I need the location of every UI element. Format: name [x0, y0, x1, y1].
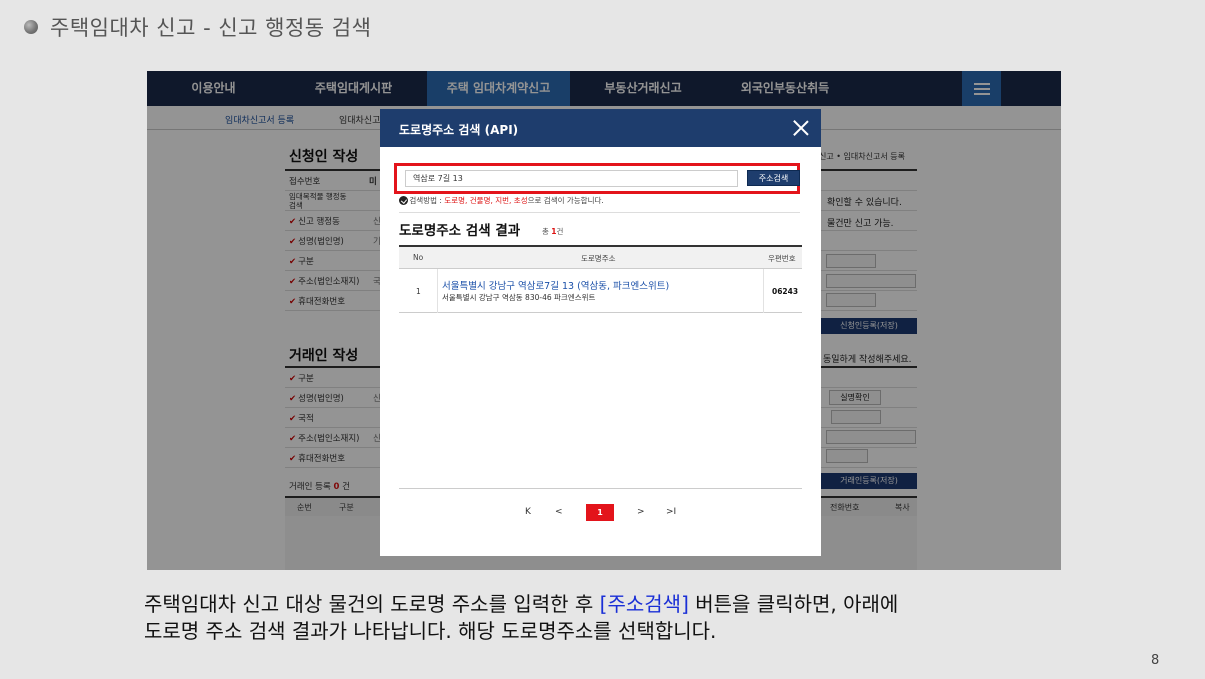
pagination: K < 1 > >I	[380, 504, 821, 524]
modal-title: 도로명주소 검색 (API)	[399, 123, 519, 137]
hint-keywords: 도로명, 건물명, 지번, 초성	[444, 196, 528, 205]
hint-prefix: 검색방법 :	[409, 196, 445, 205]
caption-line-1: 주택임대차 신고 대상 물건의 도로명 주소를 입력한 후 [주소검색] 버튼을…	[144, 591, 898, 618]
slide-title: 주택임대차 신고 - 신고 행정동 검색	[50, 16, 372, 40]
slide-header: 주택임대차 신고 - 신고 행정동 검색	[24, 12, 371, 42]
address-search-modal: 도로명주소 검색 (API) 주소검색 검색방법 : 도로명, 건물명, 지번,…	[380, 109, 821, 556]
result-count-prefix: 총	[542, 227, 552, 236]
caption-button-ref: [주소검색]	[599, 592, 689, 616]
page-number: 8	[1151, 653, 1160, 668]
divider	[399, 488, 802, 489]
result-no: 1	[416, 287, 421, 296]
road-address-link[interactable]: 서울특별시 강남구 역삼로7길 13 (역삼동, 파크엔스위트)	[442, 278, 669, 292]
current-page-button[interactable]: 1	[586, 504, 614, 521]
address-search-input[interactable]	[405, 170, 738, 187]
hint-suffix: 으로 검색이 가능합니다.	[527, 196, 604, 205]
prev-page-button[interactable]: <	[555, 507, 563, 517]
next-page-button[interactable]: >	[637, 507, 645, 517]
column-divider	[763, 269, 764, 313]
zip-code: 06243	[772, 287, 799, 296]
search-hint: 검색방법 : 도로명, 건물명, 지번, 초성으로 검색이 가능합니다.	[407, 195, 604, 206]
bullet-icon	[24, 20, 38, 34]
address-search-button[interactable]: 주소검색	[747, 170, 800, 186]
caption-line-2: 도로명 주소 검색 결과가 나타납니다. 해당 도로명주소를 선택합니다.	[144, 619, 717, 643]
search-highlight-box: 주소검색	[394, 163, 800, 194]
screenshot-panel: 이용안내 주택임대게시판 주택 임대차계약신고 부동산거래신고 외국인부동산취득…	[147, 71, 1061, 570]
jibun-address: 서울특별시 강남구 역삼동 830-46 파크엔스위트	[442, 293, 596, 302]
slide-caption: 주택임대차 신고 대상 물건의 도로명 주소를 입력한 후 [주소검색] 버튼을…	[144, 591, 898, 645]
divider	[399, 212, 800, 213]
result-count: 총 1건	[542, 226, 563, 237]
close-icon[interactable]	[793, 120, 809, 136]
result-count-suffix: 건	[556, 227, 564, 236]
first-page-button[interactable]: K	[525, 507, 531, 517]
column-header-road: 도로명주소	[581, 254, 616, 263]
column-header-zip: 우편번호	[768, 254, 796, 263]
column-header-no: No	[413, 253, 424, 262]
result-row[interactable]: 1 서울특별시 강남구 역삼로7길 13 (역삼동, 파크엔스위트) 서울특별시…	[399, 269, 802, 313]
modal-header: 도로명주소 검색 (API)	[380, 109, 821, 147]
result-table-header: No 도로명주소 우편번호	[399, 245, 802, 269]
result-title: 도로명주소 검색 결과	[399, 223, 521, 239]
column-divider	[437, 269, 438, 313]
last-page-button[interactable]: >I	[666, 507, 676, 517]
caption-text: 주택임대차 신고 대상 물건의 도로명 주소를 입력한 후	[144, 592, 600, 616]
caption-text: 버튼을 클릭하면, 아래에	[688, 592, 899, 616]
